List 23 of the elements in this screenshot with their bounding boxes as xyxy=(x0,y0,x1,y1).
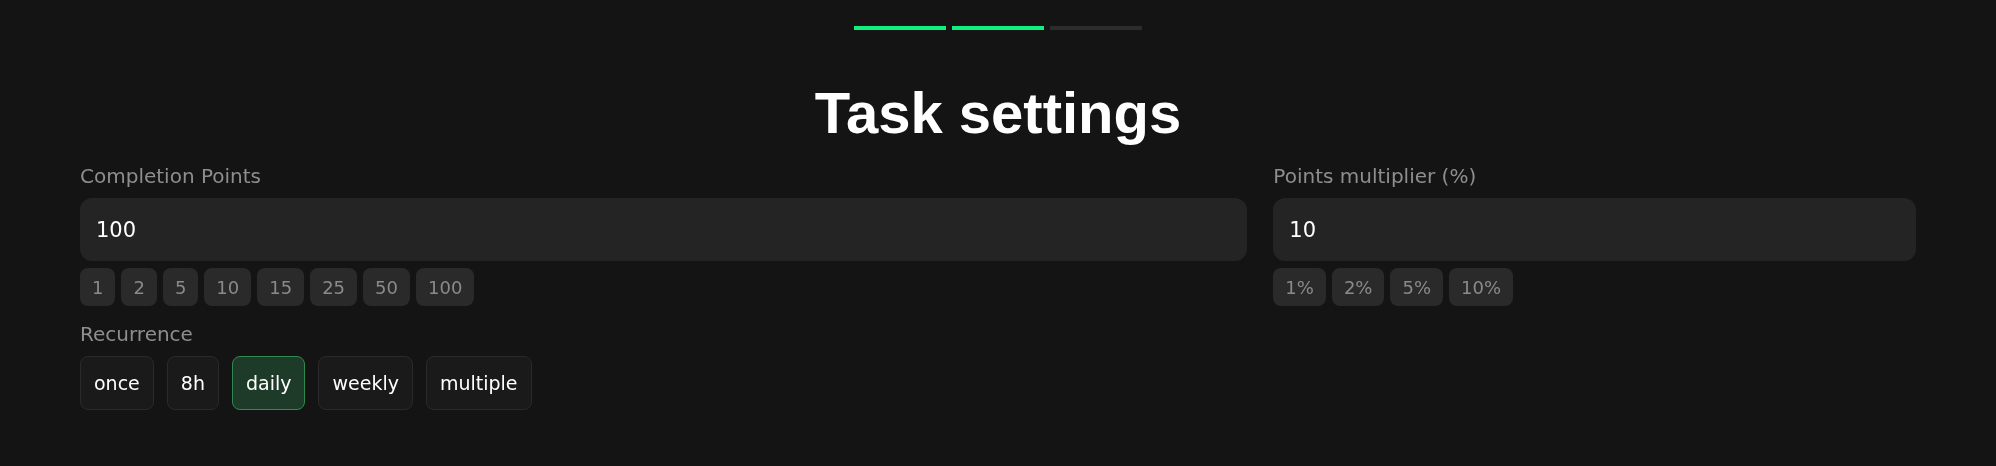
field-label: Points multiplier (%) xyxy=(1273,163,1477,190)
input-field[interactable]: 10 xyxy=(1273,198,1916,261)
preset-chip[interactable]: 50 xyxy=(363,268,410,306)
preset-chip[interactable]: 1 xyxy=(80,268,116,306)
recurrence-option[interactable]: daily xyxy=(231,356,306,410)
preset-chip[interactable]: 2% xyxy=(1331,268,1385,306)
preset-chip[interactable]: 5 xyxy=(162,268,199,306)
recurrence-option[interactable]: 8h xyxy=(166,356,219,410)
preset-chip[interactable]: 10% xyxy=(1449,268,1514,306)
preset-chip[interactable]: 100 xyxy=(416,268,475,306)
preset-chip[interactable]: 15 xyxy=(257,268,305,306)
recurrence-option[interactable]: weekly xyxy=(318,356,413,410)
recurrence-option[interactable]: once xyxy=(80,356,154,410)
preset-chip[interactable]: 10 xyxy=(204,268,252,306)
preset-chip[interactable]: 1% xyxy=(1273,268,1326,306)
preset-chip[interactable]: 2 xyxy=(121,268,157,306)
field-label: Recurrence xyxy=(80,321,193,348)
input-field[interactable]: 100 xyxy=(80,198,1248,261)
preset-chip[interactable]: 25 xyxy=(310,268,358,306)
preset-chip[interactable]: 5% xyxy=(1390,268,1444,306)
page-title: Task settings xyxy=(814,79,1182,147)
recurrence-option[interactable]: multiple xyxy=(425,356,532,410)
field-label: Completion Points xyxy=(80,163,261,190)
